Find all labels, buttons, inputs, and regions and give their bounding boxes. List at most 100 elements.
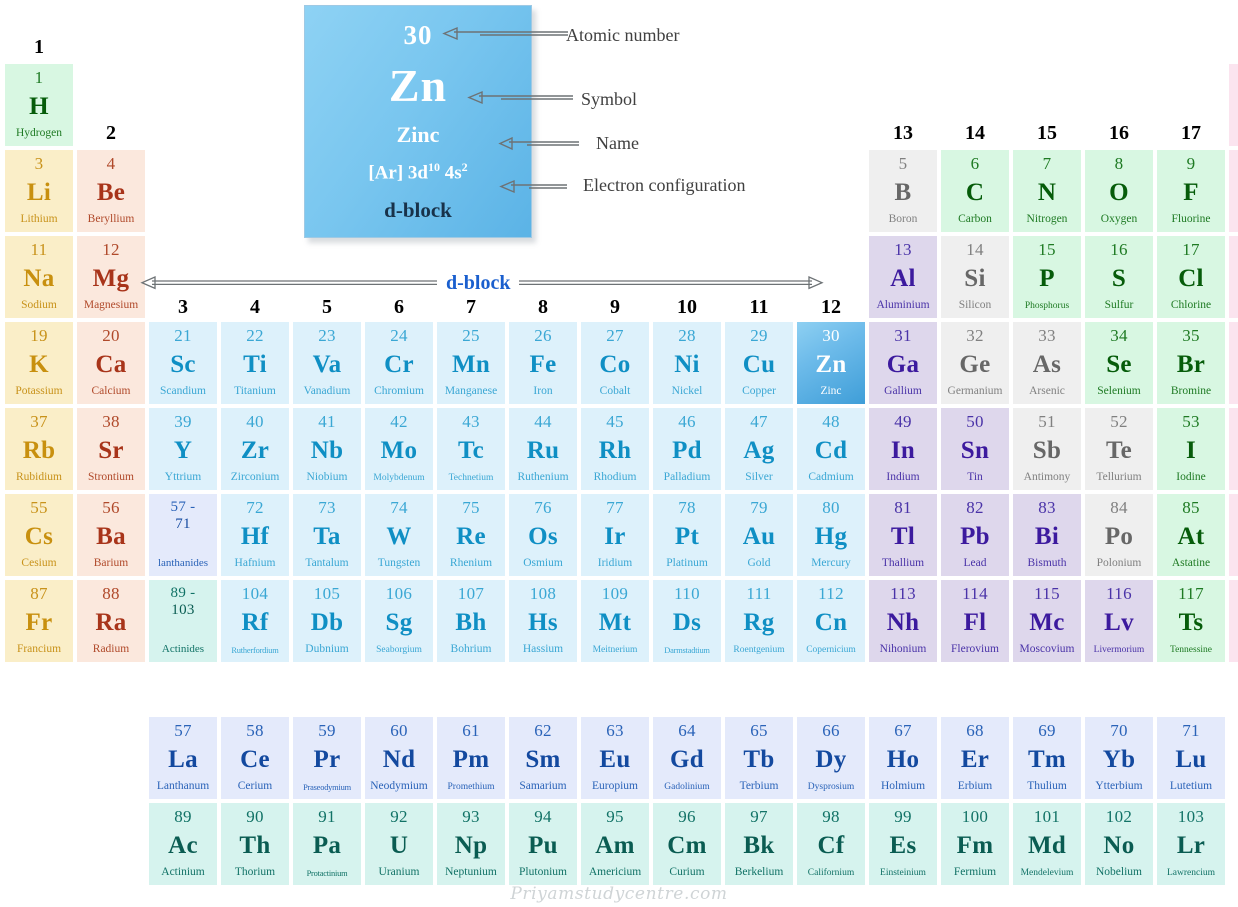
element-cell-ar[interactable]: 18ArArgon xyxy=(1229,236,1238,318)
element-cell-nb[interactable]: 41 Nb Niobium xyxy=(293,408,361,490)
element-cell-ge[interactable]: 32 Ge Germanium xyxy=(941,322,1009,404)
element-cell-nd[interactable]: 60 Nd Neodymium xyxy=(365,717,433,799)
element-cell-hg[interactable]: 80 Hg Mercury xyxy=(797,494,865,576)
series-placeholder-actinides[interactable]: 89 -103 Actinides xyxy=(149,580,217,662)
element-cell-sc[interactable]: 21 Sc Scandium xyxy=(149,322,217,404)
element-cell-mt[interactable]: 109 Mt Meitnerium xyxy=(581,580,649,662)
element-cell-cm[interactable]: 96 Cm Curium xyxy=(653,803,721,885)
element-cell-sn[interactable]: 50 Sn Tin xyxy=(941,408,1009,490)
element-cell-pt[interactable]: 78 Pt Platinum xyxy=(653,494,721,576)
element-cell-mc[interactable]: 115 Mc Moscovium xyxy=(1013,580,1081,662)
element-cell-k[interactable]: 19 K Potassium xyxy=(5,322,73,404)
element-cell-sb[interactable]: 51 Sb Antimony xyxy=(1013,408,1081,490)
element-cell-at[interactable]: 85 At Astatine xyxy=(1157,494,1225,576)
element-cell-bi[interactable]: 83 Bi Bismuth xyxy=(1013,494,1081,576)
element-cell-md[interactable]: 101 Md Mendelevium xyxy=(1013,803,1081,885)
element-cell-s[interactable]: 16 S Sulfur xyxy=(1085,236,1153,318)
element-cell-sr[interactable]: 38 Sr Strontium xyxy=(77,408,145,490)
element-cell-ta[interactable]: 73 Ta Tantalum xyxy=(293,494,361,576)
element-cell-cd[interactable]: 48 Cd Cadmium xyxy=(797,408,865,490)
element-cell-i[interactable]: 53 I Iodine xyxy=(1157,408,1225,490)
element-cell-c[interactable]: 6 C Carbon xyxy=(941,150,1009,232)
element-cell-ra[interactable]: 88 Ra Radium xyxy=(77,580,145,662)
element-cell-es[interactable]: 99 Es Einsteinium xyxy=(869,803,937,885)
element-cell-dy[interactable]: 66 Dy Dysprosium xyxy=(797,717,865,799)
element-cell-cf[interactable]: 98 Cf Californium xyxy=(797,803,865,885)
element-cell-kr[interactable]: 36KrKrypton xyxy=(1229,322,1238,404)
element-cell-va[interactable]: 23 Va Vanadium xyxy=(293,322,361,404)
element-cell-li[interactable]: 3 Li Lithium xyxy=(5,150,73,232)
element-cell-pu[interactable]: 94 Pu Plutonium xyxy=(509,803,577,885)
element-cell-he[interactable]: 2HeHelium xyxy=(1229,64,1238,146)
element-cell-se[interactable]: 34 Se Selenium xyxy=(1085,322,1153,404)
element-cell-lr[interactable]: 103 Lr Lawrencium xyxy=(1157,803,1225,885)
element-cell-os[interactable]: 76 Os Osmium xyxy=(509,494,577,576)
element-cell-b[interactable]: 5 B Boron xyxy=(869,150,937,232)
element-cell-pr[interactable]: 59 Pr Praseodymium xyxy=(293,717,361,799)
element-cell-ga[interactable]: 31 Ga Gallium xyxy=(869,322,937,404)
element-cell-h[interactable]: 1 H Hydrogen xyxy=(5,64,73,146)
element-cell-u[interactable]: 92 U Uranium xyxy=(365,803,433,885)
element-cell-tm[interactable]: 69 Tm Thulium xyxy=(1013,717,1081,799)
element-cell-ir[interactable]: 77 Ir Iridium xyxy=(581,494,649,576)
element-cell-th[interactable]: 90 Th Thorium xyxy=(221,803,289,885)
element-cell-cl[interactable]: 17 Cl Chlorine xyxy=(1157,236,1225,318)
element-cell-sg[interactable]: 106 Sg Seaborgium xyxy=(365,580,433,662)
element-cell-as[interactable]: 33 As Arsenic xyxy=(1013,322,1081,404)
element-cell-ts[interactable]: 117 Ts Tennessine xyxy=(1157,580,1225,662)
element-cell-ag[interactable]: 47 Ag Silver xyxy=(725,408,793,490)
element-cell-rb[interactable]: 37 Rb Rubidium xyxy=(5,408,73,490)
element-cell-ti[interactable]: 22 Ti Titanium xyxy=(221,322,289,404)
element-cell-br[interactable]: 35 Br Bromine xyxy=(1157,322,1225,404)
element-cell-lu[interactable]: 71 Lu Lutetium xyxy=(1157,717,1225,799)
element-cell-np[interactable]: 93 Np Neptunium xyxy=(437,803,505,885)
element-cell-p[interactable]: 15 P Phosphorus xyxy=(1013,236,1081,318)
element-cell-lv[interactable]: 116 Lv Livermorium xyxy=(1085,580,1153,662)
element-cell-ho[interactable]: 67 Ho Holmium xyxy=(869,717,937,799)
element-cell-co[interactable]: 27 Co Cobalt xyxy=(581,322,649,404)
element-cell-tl[interactable]: 81 Tl Thallium xyxy=(869,494,937,576)
element-cell-fl[interactable]: 114 Fl Flerovium xyxy=(941,580,1009,662)
element-cell-pb[interactable]: 82 Pb Lead xyxy=(941,494,1009,576)
element-cell-f[interactable]: 9 F Fluorine xyxy=(1157,150,1225,232)
element-cell-am[interactable]: 95 Am Americium xyxy=(581,803,649,885)
element-cell-ac[interactable]: 89 Ac Actinium xyxy=(149,803,217,885)
element-cell-eu[interactable]: 63 Eu Europium xyxy=(581,717,649,799)
element-cell-al[interactable]: 13 Al Aluminium xyxy=(869,236,937,318)
element-cell-rg[interactable]: 111 Rg Roentgenium xyxy=(725,580,793,662)
element-cell-po[interactable]: 84 Po Polonium xyxy=(1085,494,1153,576)
element-cell-rf[interactable]: 104 Rf Rutherfordium xyxy=(221,580,289,662)
element-cell-n[interactable]: 7 N Nitrogen xyxy=(1013,150,1081,232)
element-cell-tc[interactable]: 43 Tc Technetium xyxy=(437,408,505,490)
element-cell-sm[interactable]: 62 Sm Samarium xyxy=(509,717,577,799)
element-cell-fe[interactable]: 26 Fe Iron xyxy=(509,322,577,404)
element-cell-mo[interactable]: 42 Mo Molybdenum xyxy=(365,408,433,490)
element-cell-gd[interactable]: 64 Gd Gadolinium xyxy=(653,717,721,799)
element-cell-cn[interactable]: 112 Cn Copernicium xyxy=(797,580,865,662)
element-cell-pd[interactable]: 46 Pd Palladium xyxy=(653,408,721,490)
element-cell-be[interactable]: 4 Be Beryllium xyxy=(77,150,145,232)
element-cell-cu[interactable]: 29 Cu Copper xyxy=(725,322,793,404)
element-cell-rh[interactable]: 45 Rh Rhodium xyxy=(581,408,649,490)
element-cell-o[interactable]: 8 O Oxygen xyxy=(1085,150,1153,232)
element-cell-ca[interactable]: 20 Ca Calcium xyxy=(77,322,145,404)
element-cell-na[interactable]: 11 Na Sodium xyxy=(5,236,73,318)
element-cell-cs[interactable]: 55 Cs Cesium xyxy=(5,494,73,576)
element-cell-ni[interactable]: 28 Ni Nickel xyxy=(653,322,721,404)
element-cell-ba[interactable]: 56 Ba Barium xyxy=(77,494,145,576)
element-cell-ds[interactable]: 110 Ds Darmstadtium xyxy=(653,580,721,662)
element-cell-y[interactable]: 39 Y Yttrium xyxy=(149,408,217,490)
element-cell-te[interactable]: 52 Te Tellurium xyxy=(1085,408,1153,490)
element-cell-mg[interactable]: 12 Mg Magnesium xyxy=(77,236,145,318)
element-cell-w[interactable]: 74 W Tungsten xyxy=(365,494,433,576)
element-cell-bk[interactable]: 97 Bk Berkelium xyxy=(725,803,793,885)
element-cell-fm[interactable]: 100 Fm Fermium xyxy=(941,803,1009,885)
element-cell-yb[interactable]: 70 Yb Ytterbium xyxy=(1085,717,1153,799)
element-cell-no[interactable]: 102 No Nobelium xyxy=(1085,803,1153,885)
element-cell-ru[interactable]: 44 Ru Ruthenium xyxy=(509,408,577,490)
element-cell-fr[interactable]: 87 Fr Francium xyxy=(5,580,73,662)
element-cell-hs[interactable]: 108 Hs Hassium xyxy=(509,580,577,662)
series-placeholder-lanthanides[interactable]: 57 -71 lanthanides xyxy=(149,494,217,576)
element-cell-bh[interactable]: 107 Bh Bohrium xyxy=(437,580,505,662)
element-cell-hf[interactable]: 72 Hf Hafnium xyxy=(221,494,289,576)
